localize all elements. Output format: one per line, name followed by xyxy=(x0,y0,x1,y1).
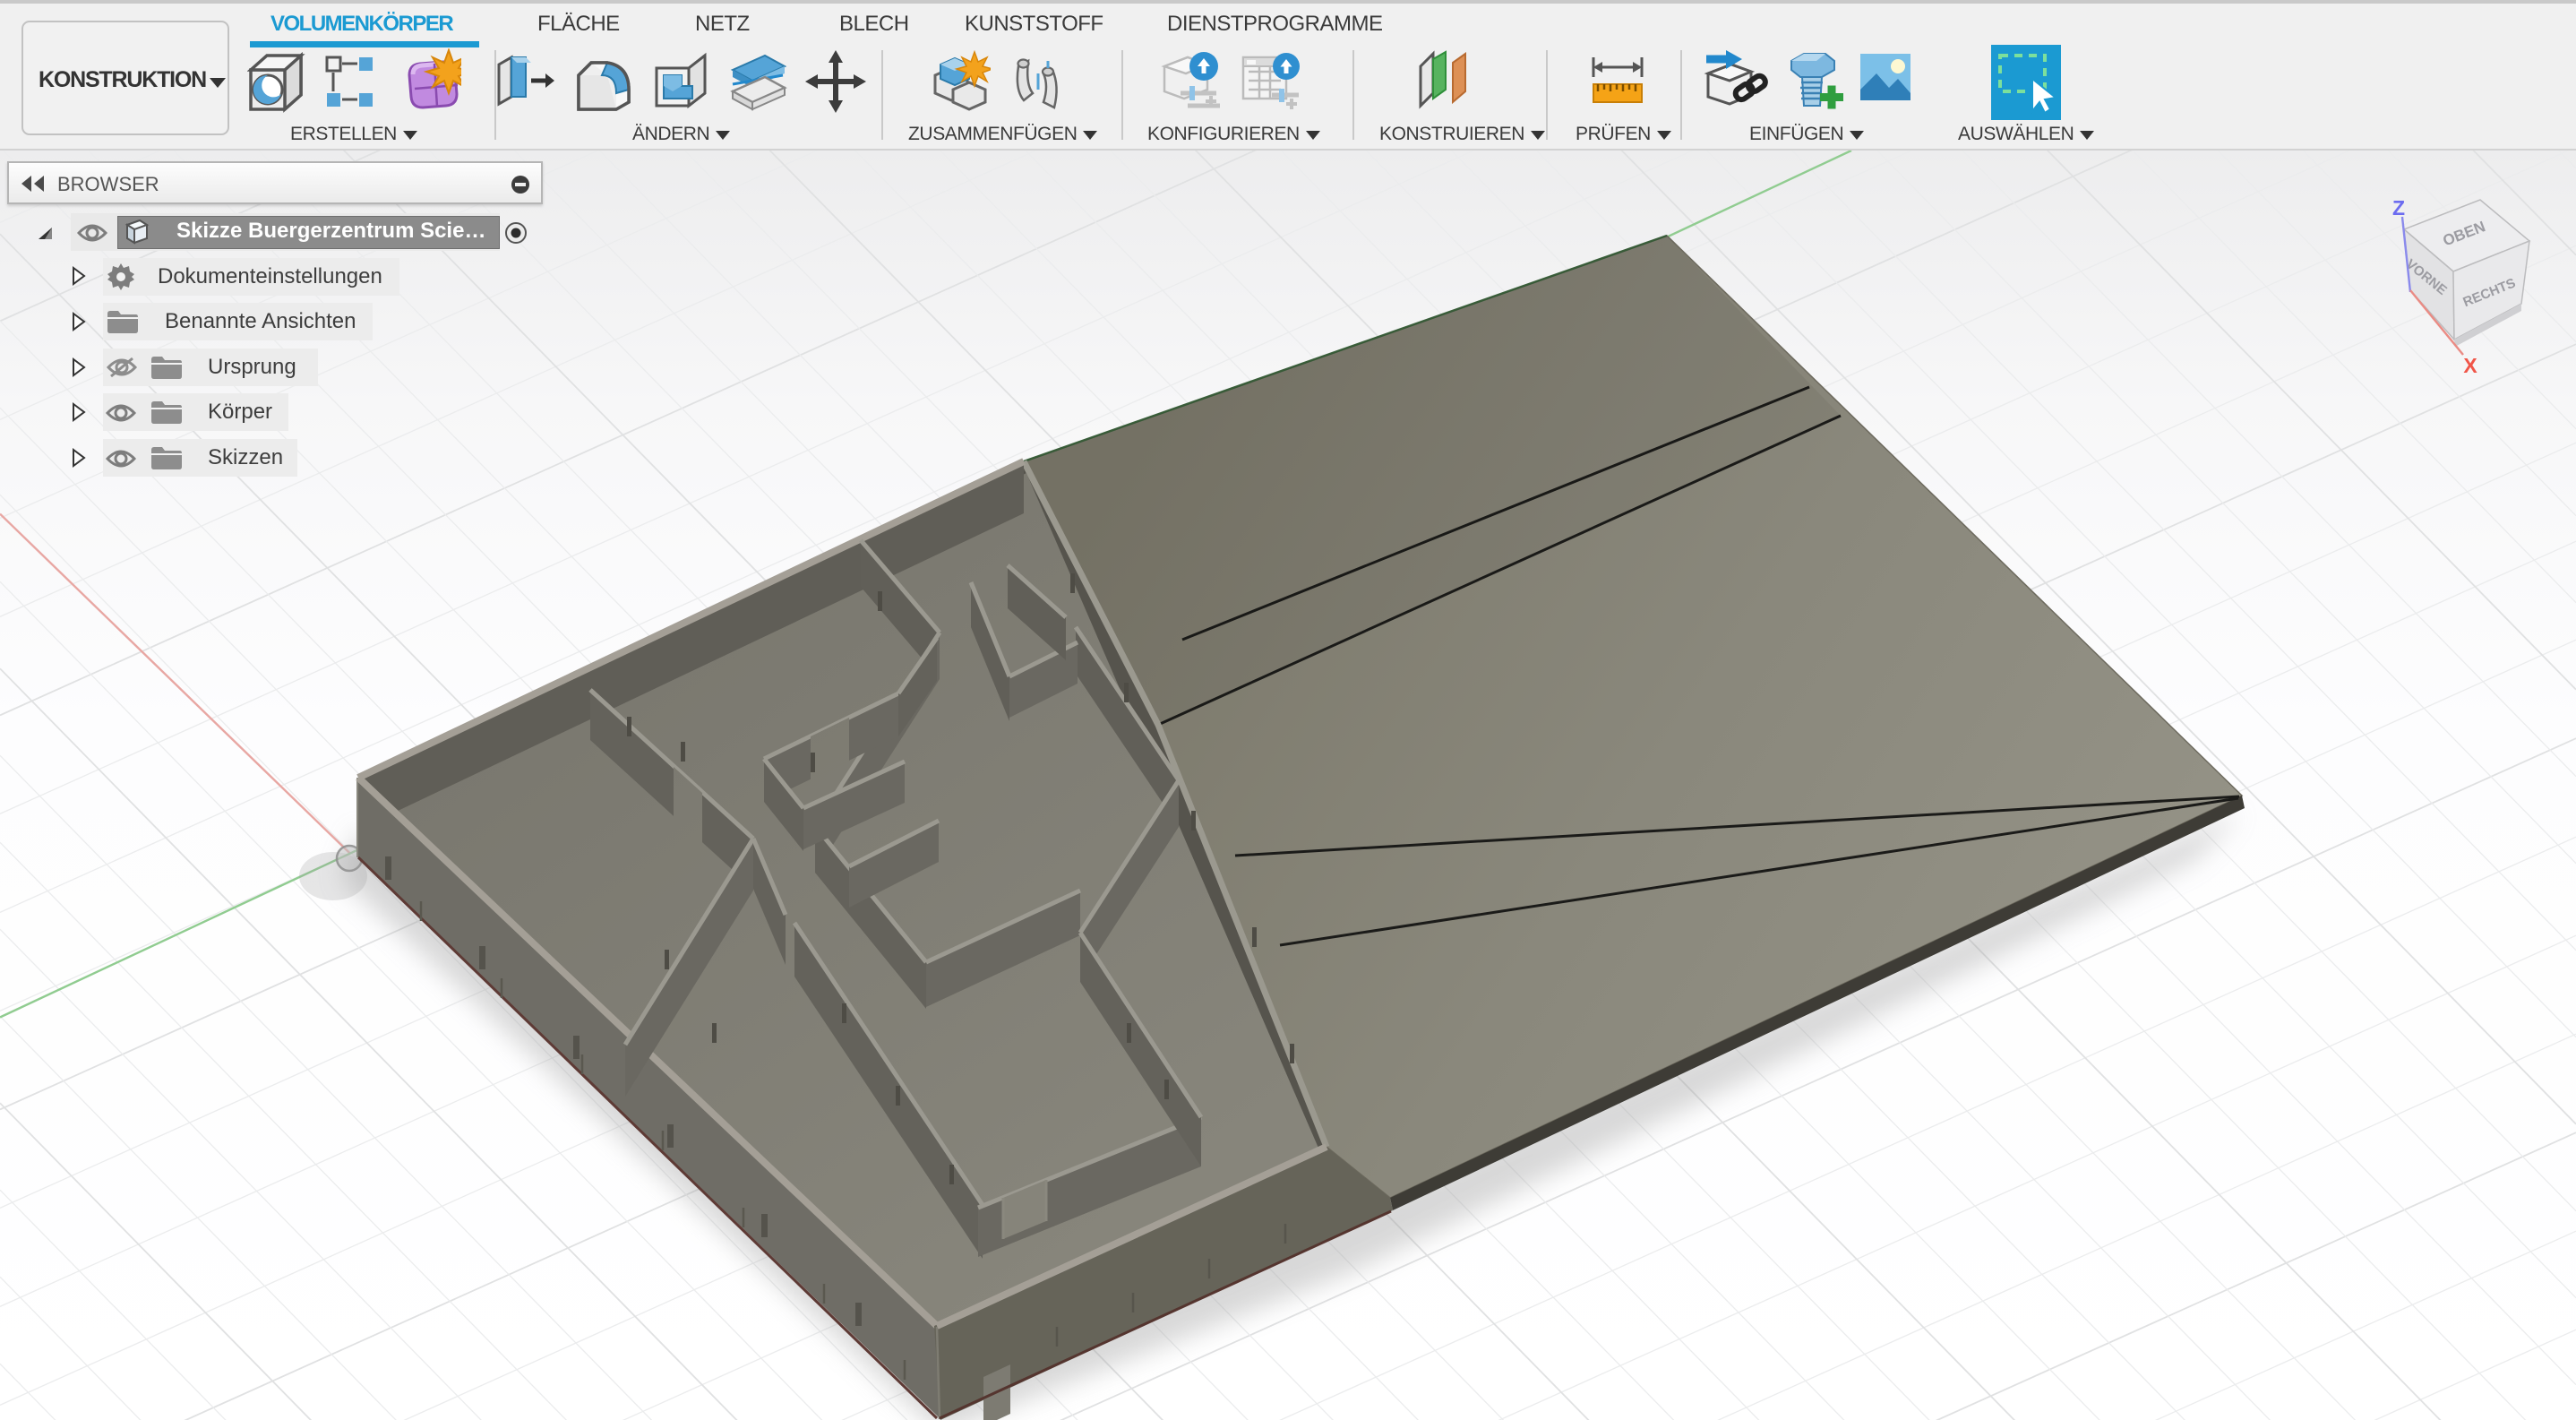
svg-text:X: X xyxy=(2463,354,2477,377)
svg-text:Z: Z xyxy=(2392,196,2405,219)
